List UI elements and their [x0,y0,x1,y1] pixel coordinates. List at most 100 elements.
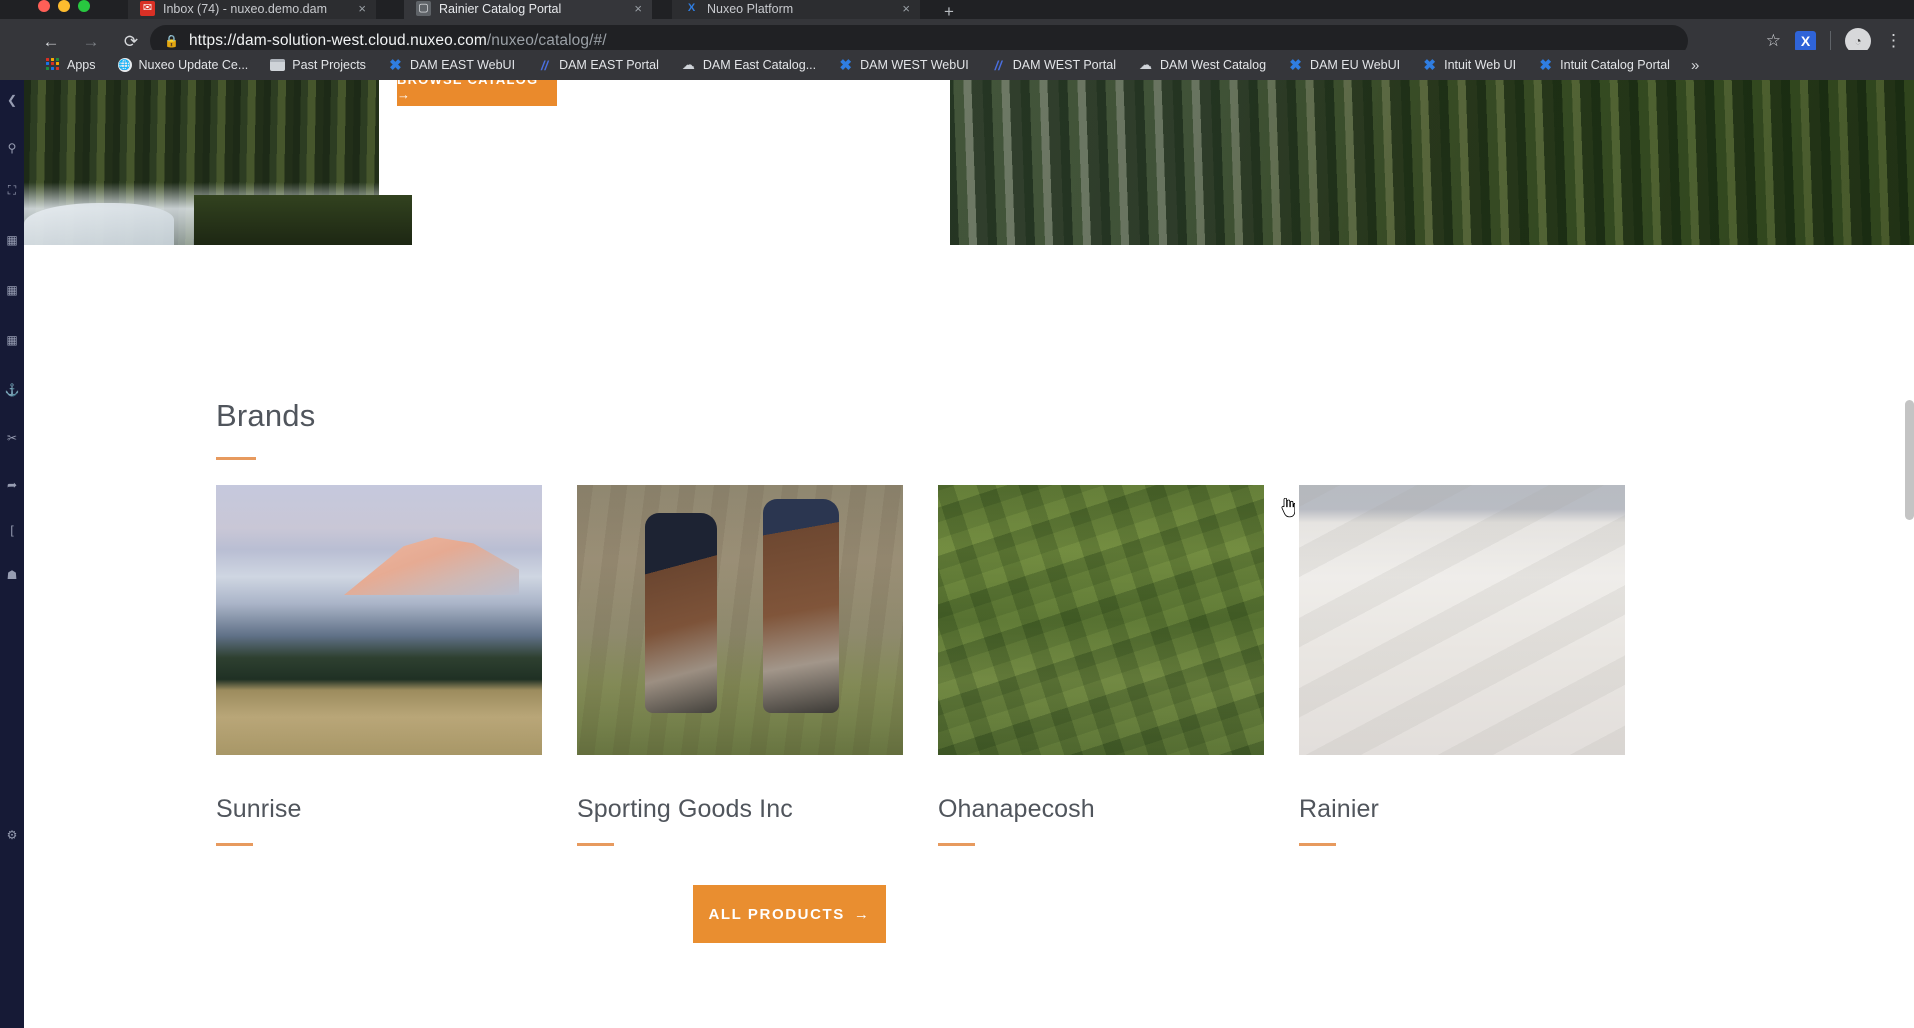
bookmark-label: DAM EU WebUI [1310,58,1400,72]
catalog-page: BROWSE CATALOG → Brands Sunrise Sporting… [24,80,1914,1028]
brand-name-rule [216,843,253,846]
bookmark-intuit-web-ui[interactable]: ✖ Intuit Web UI [1411,53,1527,77]
tab-close-icon[interactable]: × [634,1,642,16]
browser-window: ✉ Inbox (74) - nuxeo.demo.dam × ▢ Rainie… [0,0,1914,1028]
toolbar-divider [1830,31,1831,51]
page-icon: ▢ [416,1,431,16]
tab-label: Nuxeo Platform [707,2,894,16]
brand-name: Rainier [1299,795,1625,824]
tab-close-icon[interactable]: × [902,1,910,16]
scissors-icon[interactable]: ✂ [2,428,22,448]
bookmarks-overflow-icon[interactable]: » [1681,57,1699,74]
brand-name-rule [1299,843,1336,846]
x-icon: ✖ [838,58,853,73]
bookmark-label: DAM EAST Portal [559,58,659,72]
url-path: /nuxeo/catalog/#/ [487,32,607,49]
bookmark-dam-west-portal[interactable]: // DAM WEST Portal [980,53,1127,77]
brand-card-sunrise[interactable]: Sunrise [216,485,542,846]
app-rail: ❮ ⚲ ⛶ ▦ ▦ ▦ ⚓ ✂ ➦ [ ☗ ⚙ [0,80,24,1028]
bookmark-apps[interactable]: Apps [34,53,107,77]
tab-inbox[interactable]: ✉ Inbox (74) - nuxeo.demo.dam × [128,0,376,19]
x-icon: ✖ [1288,58,1303,73]
page-scrollbar-thumb[interactable] [1905,400,1914,520]
all-products-button[interactable]: ALL PRODUCTS → [693,885,886,943]
bookmarks-bar: Apps 🌐 Nuxeo Update Ce... Past Projects … [0,50,1914,80]
extension-icon[interactable]: X [1795,31,1816,52]
hero-image-right [950,80,1914,245]
x-icon: ✖ [1422,58,1437,73]
document-icon[interactable]: ▦ [2,280,22,300]
cloud-icon: ☁ [1138,58,1153,73]
bookmark-label: Apps [67,58,96,72]
mail-icon: ✉ [140,1,155,16]
page-viewport: ❮ ⚲ ⛶ ▦ ▦ ▦ ⚓ ✂ ➦ [ ☗ ⚙ BROWSE CATALOG → [0,80,1914,1028]
brand-image-ohanapecosh[interactable] [938,485,1264,755]
lock-icon: 🔒 [164,34,179,48]
brands-section: Brands Sunrise Sporting Goods Inc [24,245,1914,1028]
bookmark-intuit-catalog-portal[interactable]: ✖ Intuit Catalog Portal [1527,53,1681,77]
minimize-window-button[interactable] [58,0,70,12]
x-icon: ✖ [388,58,403,73]
settings-icon[interactable]: ⚙ [2,825,22,845]
reload-button[interactable]: ⟳ [114,33,148,50]
tab-strip: ✉ Inbox (74) - nuxeo.demo.dam × ▢ Rainie… [0,0,1914,19]
bookmark-dam-west-webui[interactable]: ✖ DAM WEST WebUI [827,53,980,77]
x-icon: ✖ [1538,58,1553,73]
close-window-button[interactable] [38,0,50,12]
bookmark-star-icon[interactable]: ☆ [1766,31,1781,51]
brand-name: Sunrise [216,795,542,824]
url-domain: https://dam-solution-west.cloud.nuxeo.co… [189,32,487,49]
new-tab-button[interactable]: + [944,2,954,19]
bookmark-label: Intuit Web UI [1444,58,1516,72]
all-products-label: ALL PRODUCTS [708,906,844,923]
bookmark-dam-east-webui[interactable]: ✖ DAM EAST WebUI [377,53,526,77]
document-icon[interactable]: ▦ [2,230,22,250]
page-title: Brands [216,398,315,434]
bookmark-dam-west-catalog[interactable]: ☁ DAM West Catalog [1127,53,1277,77]
maximize-window-button[interactable] [78,0,90,12]
tab-close-icon[interactable]: × [358,1,366,16]
bookmark-dam-east-catalog[interactable]: ☁ DAM East Catalog... [670,53,827,77]
tab-rainier-catalog-portal[interactable]: ▢ Rainier Catalog Portal × [404,0,652,19]
brand-image-sporting-goods-inc[interactable] [577,485,903,755]
hero-banner: BROWSE CATALOG → [24,80,1914,245]
bookmark-dam-eu-webui[interactable]: ✖ DAM EU WebUI [1277,53,1411,77]
pin-icon[interactable]: ⚓ [2,380,22,400]
nuxeo-x-icon: X [684,1,699,16]
brand-card-ohanapecosh[interactable]: Ohanapecosh [938,485,1264,846]
hero-image-left-lower [194,195,412,245]
brand-name: Sporting Goods Inc [577,795,903,824]
brand-image-rainier[interactable] [1299,485,1625,755]
brand-name-rule [938,843,975,846]
search-icon[interactable]: ⚲ [2,138,22,158]
back-button[interactable]: ← [34,33,68,50]
tab-label: Rainier Catalog Portal [439,2,626,16]
forward-button[interactable]: → [74,33,108,50]
tab-label: Inbox (74) - nuxeo.demo.dam [163,2,350,16]
bracket-icon[interactable]: [ [2,520,22,540]
chrome-menu-icon[interactable]: ⋮ [1885,36,1902,46]
brand-image-sunrise[interactable] [216,485,542,755]
bookmark-dam-east-portal[interactable]: // DAM EAST Portal [526,53,670,77]
trash-icon[interactable]: ☗ [2,565,22,585]
folder-icon [270,59,285,71]
brand-card-sporting-goods-inc[interactable]: Sporting Goods Inc [577,485,903,846]
brand-name: Ohanapecosh [938,795,1264,824]
cloud-icon: ☁ [681,58,696,73]
bookmark-label: Intuit Catalog Portal [1560,58,1670,72]
window-traffic-lights[interactable] [38,0,90,12]
bookmark-label: Past Projects [292,58,366,72]
slashes-icon: // [991,58,1006,73]
share-icon[interactable]: ➦ [2,475,22,495]
browse-catalog-button[interactable]: BROWSE CATALOG → [397,80,557,106]
bookmark-past-projects[interactable]: Past Projects [259,53,377,77]
image-icon[interactable]: ⛶ [2,180,22,200]
tab-nuxeo-platform[interactable]: X Nuxeo Platform × [672,0,920,19]
bookmark-nuxeo-update-center[interactable]: 🌐 Nuxeo Update Ce... [107,53,260,77]
document-icon[interactable]: ▦ [2,330,22,350]
back-arrow-icon[interactable]: ❮ [2,90,22,110]
brand-card-grid: Sunrise Sporting Goods Inc Ohanapecosh [216,485,1622,846]
brand-card-rainier[interactable]: Rainier [1299,485,1625,846]
url-text: https://dam-solution-west.cloud.nuxeo.co… [189,32,607,50]
bookmark-label: DAM West Catalog [1160,58,1266,72]
